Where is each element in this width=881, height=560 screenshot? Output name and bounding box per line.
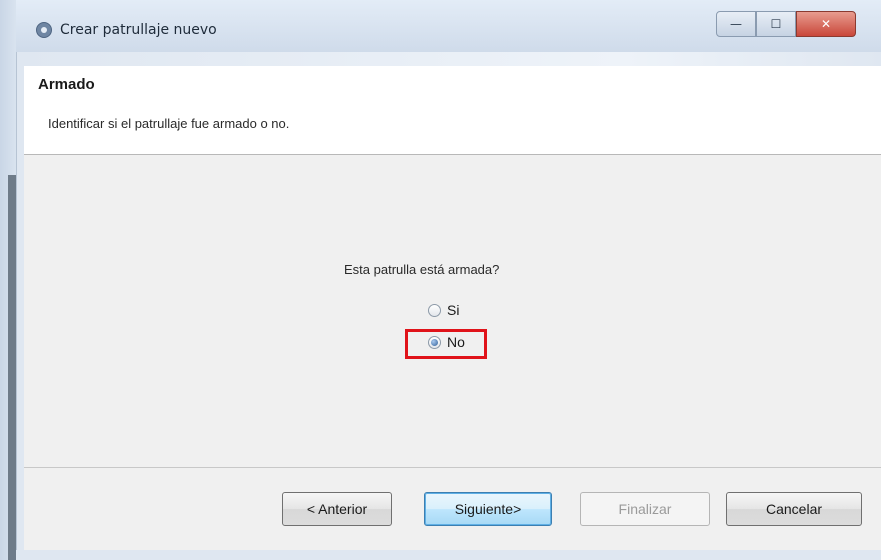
- window-title: Crear patrullaje nuevo: [60, 22, 217, 38]
- wizard-footer: < Anterior Siguiente> Finalizar Cancelar: [24, 468, 881, 550]
- radio-si[interactable]: [428, 303, 441, 317]
- wizard-content: Esta patrulla está armada? Si No: [24, 155, 881, 467]
- page-title: Armado: [38, 76, 95, 93]
- header-top-strip: [24, 52, 881, 66]
- maximize-icon: ☐: [770, 17, 782, 31]
- background-window-edge: [8, 175, 16, 560]
- title-bar[interactable]: Crear patrullaje nuevo — ☐ ✕: [16, 0, 881, 52]
- window-left-edge: [0, 0, 17, 560]
- finish-button[interactable]: Finalizar: [580, 492, 710, 526]
- minimize-button[interactable]: —: [716, 11, 756, 37]
- app-icon: [36, 22, 52, 38]
- wizard-header: Armado Identificar si el patrullaje fue …: [24, 66, 881, 155]
- back-button[interactable]: < Anterior: [282, 492, 392, 526]
- close-button[interactable]: ✕: [796, 11, 856, 37]
- wizard-window: Crear patrullaje nuevo — ☐ ✕ Armado Iden…: [0, 0, 881, 560]
- cancel-button[interactable]: Cancelar: [726, 492, 862, 526]
- highlight-annotation: [405, 329, 487, 359]
- page-description: Identificar si el patrullaje fue armado …: [48, 116, 290, 131]
- next-button[interactable]: Siguiente>: [424, 492, 552, 526]
- radio-si-label: Si: [447, 302, 460, 318]
- armed-question-label: Esta patrulla está armada?: [344, 262, 500, 277]
- radio-option-si[interactable]: Si: [428, 302, 459, 318]
- window-bottom-edge: [16, 550, 881, 560]
- maximize-button[interactable]: ☐: [756, 11, 796, 37]
- window-controls: — ☐ ✕: [716, 11, 856, 41]
- minimize-icon: —: [730, 17, 742, 31]
- close-icon: ✕: [820, 17, 832, 31]
